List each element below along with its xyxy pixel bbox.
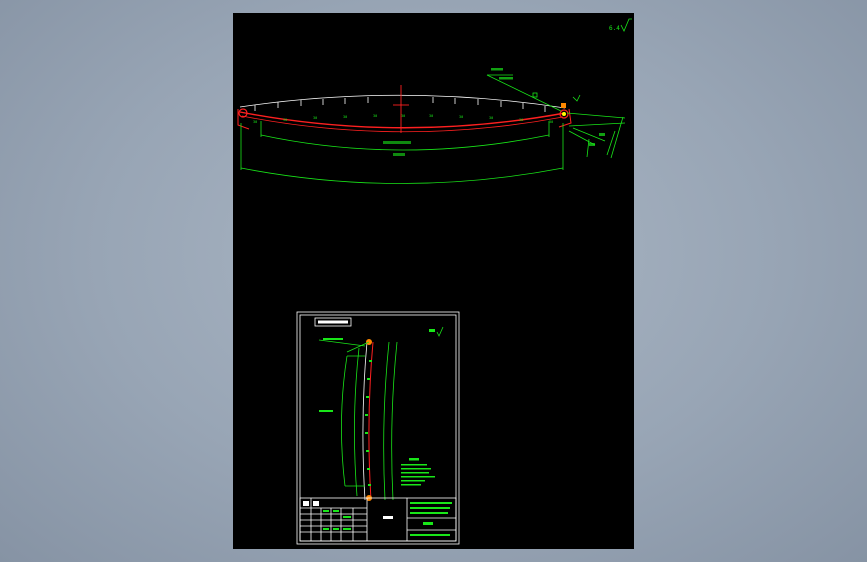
- title-block: [299, 497, 457, 542]
- callout-leader: [486, 68, 562, 112]
- dim-label: 30: [429, 114, 433, 118]
- roughness-symbol-icon: 6.4: [609, 18, 632, 32]
- dim-label: 30: [373, 114, 377, 118]
- drawing-sheet[interactable]: 6.4 30 30 30 30 30 30 30 30 30 30 30: [233, 13, 634, 549]
- part-outer-arc: [239, 94, 566, 109]
- sheet-thumbnail[interactable]: [296, 311, 460, 545]
- dim-label: 30: [253, 120, 257, 124]
- dim-label: 30: [343, 115, 347, 119]
- dim-label: 30: [489, 116, 493, 120]
- dim-label: 30: [549, 120, 553, 124]
- dim-label: 30: [519, 118, 523, 122]
- dim-label: 30: [459, 115, 463, 119]
- cad-canvas[interactable]: 6.4 30 30 30 30 30 30 30 30 30 30 30: [233, 13, 634, 549]
- dim-label: 30: [313, 116, 317, 120]
- tick-marks: [254, 97, 546, 112]
- dim-label: 30: [283, 118, 287, 122]
- right-side-dims: [566, 112, 626, 159]
- main-arc-drawing[interactable]: 6.4 30 30 30 30 30 30 30 30 30 30 30: [237, 18, 632, 184]
- dim-label: 30: [401, 114, 405, 118]
- roughness-label: 6.4: [609, 25, 620, 32]
- segment-dims: 30 30 30 30 30 30 30 30 30 30 30: [253, 114, 553, 124]
- outer-dim-arc: [240, 167, 564, 184]
